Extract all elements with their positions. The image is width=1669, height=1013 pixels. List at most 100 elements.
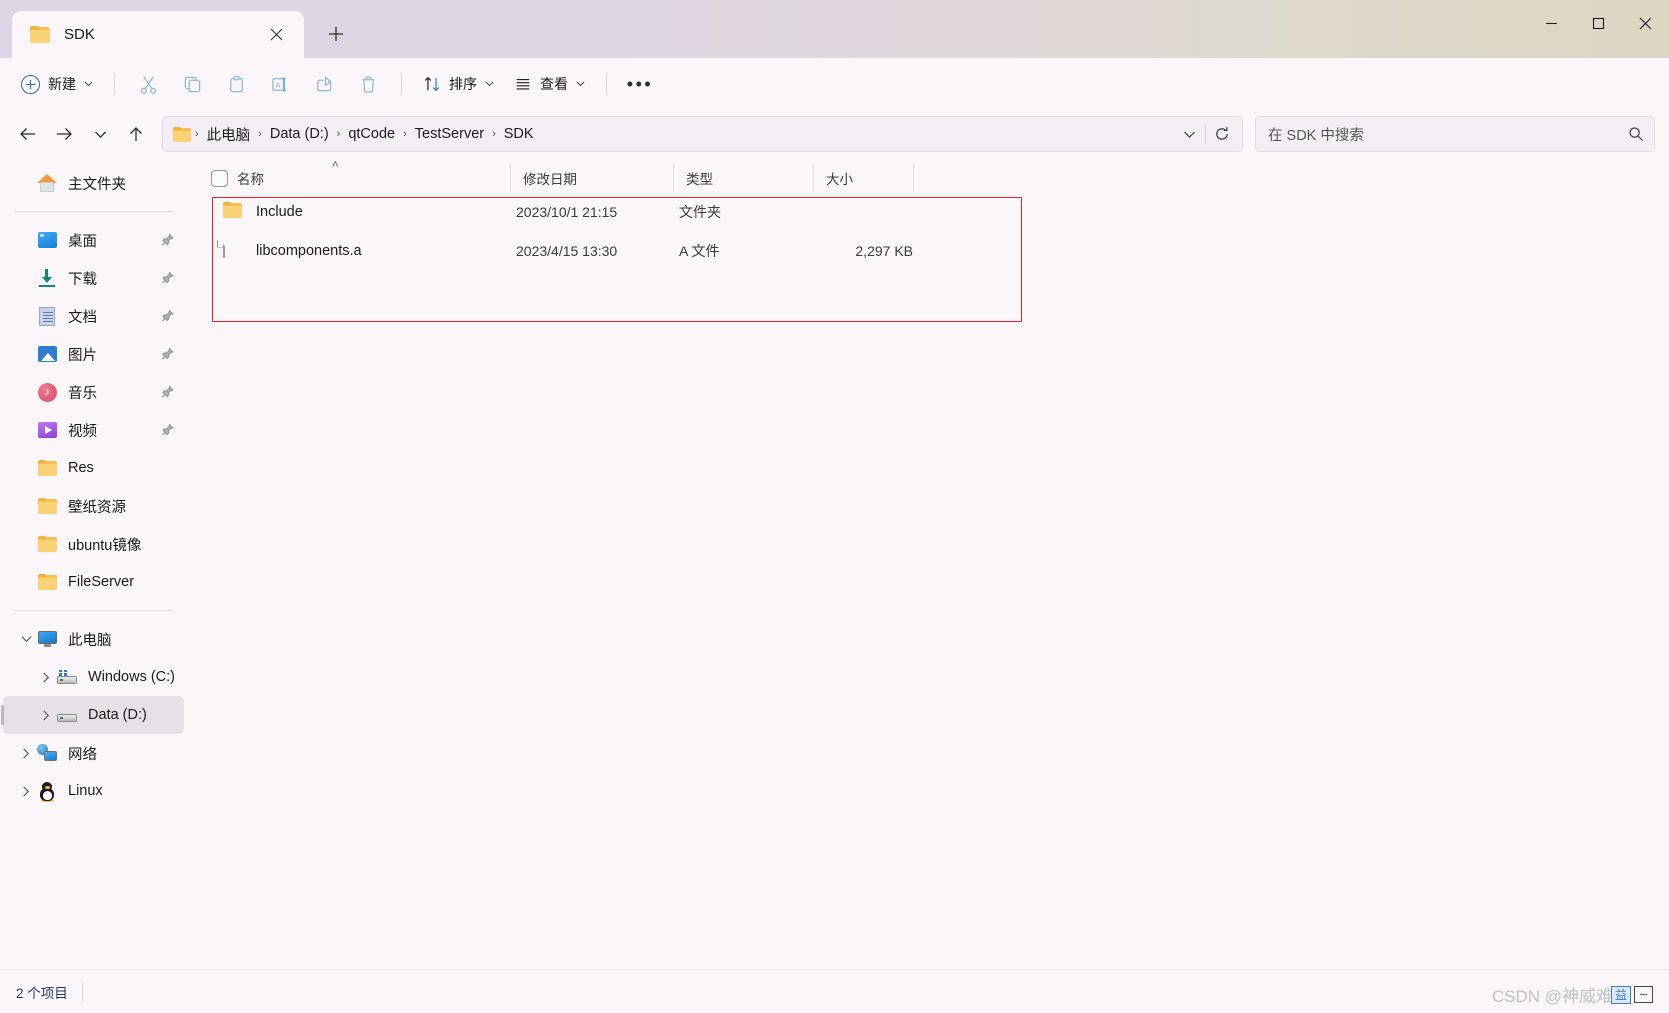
status-bar: 2 个项目 CSDN @神威难避 益 ∼ bbox=[0, 969, 1669, 1013]
sort-button[interactable]: 排序 bbox=[414, 66, 503, 102]
folder-icon bbox=[30, 26, 50, 43]
toolbar-divider-3 bbox=[606, 73, 607, 95]
sidebar-item-linux[interactable]: Linux bbox=[3, 772, 184, 810]
pin-icon-videos[interactable] bbox=[161, 423, 174, 437]
tab-sdk[interactable]: SDK bbox=[12, 11, 304, 58]
refresh-button[interactable] bbox=[1206, 119, 1238, 149]
this-pc-icon bbox=[37, 629, 57, 649]
sidebar-item-music[interactable]: 音乐 bbox=[3, 373, 184, 411]
sidebar-item-label-linux: Linux bbox=[68, 783, 103, 799]
breadcrumb-item-4[interactable]: SDK bbox=[498, 122, 540, 146]
maximize-button[interactable] bbox=[1575, 0, 1622, 47]
file-rows: Include 2023/10/1 21:15 文件夹 libcomponent… bbox=[187, 192, 1669, 969]
sidebar-item-desktop[interactable]: 桌面 bbox=[3, 221, 184, 259]
table-row[interactable]: libcomponents.a 2023/4/15 13:30 A 文件 2,2… bbox=[193, 231, 1663, 270]
sidebar-item-label-music: 音乐 bbox=[68, 385, 97, 402]
window-controls bbox=[1528, 0, 1669, 47]
column-header-spacer bbox=[913, 164, 1669, 192]
pin-icon-documents[interactable] bbox=[161, 309, 174, 323]
recent-locations-button[interactable] bbox=[82, 116, 118, 152]
breadcrumb-item-3[interactable]: TestServer bbox=[409, 122, 490, 146]
file-name-label: libcomponents.a bbox=[256, 242, 362, 259]
file-name-label: Include bbox=[256, 203, 303, 220]
table-row[interactable]: Include 2023/10/1 21:15 文件夹 bbox=[193, 192, 1663, 231]
address-dropdown-button[interactable] bbox=[1173, 119, 1205, 149]
breadcrumb-separator-3: › bbox=[403, 128, 407, 140]
copy-button[interactable] bbox=[171, 66, 213, 102]
cut-button[interactable] bbox=[127, 66, 169, 102]
file-size-cell: 2,297 KB bbox=[855, 242, 913, 259]
column-headers: 名称 修改日期 类型 大小 ˄ bbox=[187, 158, 1669, 192]
breadcrumb-separator-1: › bbox=[258, 128, 262, 140]
more-options-button[interactable]: ••• bbox=[619, 66, 661, 102]
paste-button[interactable] bbox=[215, 66, 257, 102]
navigation-pane: 主文件夹 桌面 下载 文档 图片 ♪ 音乐 视频 Res 壁纸资源 ubuntu… bbox=[0, 158, 187, 969]
sidebar-item-windows-c[interactable]: Windows (C:) bbox=[3, 658, 184, 696]
sidebar-divider-2 bbox=[14, 610, 173, 611]
sidebar-item-home[interactable]: 主文件夹 bbox=[3, 164, 184, 202]
close-window-button[interactable] bbox=[1622, 0, 1669, 47]
download-icon bbox=[37, 268, 57, 288]
address-bar-tools bbox=[1173, 119, 1238, 149]
sidebar-item-this-pc[interactable]: 此电脑 bbox=[3, 620, 184, 658]
sidebar-item-downloads[interactable]: 下载 bbox=[3, 259, 184, 297]
expander-windows-c[interactable] bbox=[35, 671, 57, 683]
expander-data-d[interactable] bbox=[35, 709, 57, 721]
sidebar-item-label-data-d: Data (D:) bbox=[88, 707, 147, 723]
delete-button[interactable] bbox=[347, 66, 389, 102]
pin-icon-desktop[interactable] bbox=[161, 233, 174, 247]
minimize-button[interactable] bbox=[1528, 0, 1575, 47]
sort-icon bbox=[424, 76, 440, 92]
ellipsis-icon: ••• bbox=[626, 74, 654, 94]
sidebar-item-videos[interactable]: 视频 bbox=[3, 411, 184, 449]
folder-icon-breadcrumb[interactable] bbox=[173, 126, 191, 142]
column-header-type[interactable]: 类型 bbox=[673, 164, 813, 192]
new-tab-button[interactable] bbox=[316, 14, 356, 54]
expander-network[interactable] bbox=[15, 747, 37, 759]
close-tab-icon[interactable] bbox=[262, 21, 290, 49]
sidebar-item-network[interactable]: 网络 bbox=[3, 734, 184, 772]
breadcrumb-item-1[interactable]: Data (D:) bbox=[264, 122, 335, 146]
share-icon bbox=[316, 75, 332, 91]
sidebar-item-ubuntu-image[interactable]: ubuntu镜像 bbox=[3, 525, 184, 563]
view-button-label: 查看 bbox=[540, 76, 568, 92]
search-icon[interactable] bbox=[1628, 126, 1644, 142]
new-button[interactable]: 新建 bbox=[12, 66, 102, 102]
expander-linux[interactable] bbox=[15, 785, 37, 797]
back-button[interactable] bbox=[10, 116, 46, 152]
view-button[interactable]: 查看 bbox=[505, 66, 594, 102]
chevron-down-icon-view bbox=[576, 81, 585, 87]
cut-icon bbox=[140, 76, 156, 94]
folder-icon-wallpapers bbox=[37, 496, 57, 516]
expander-this-pc[interactable] bbox=[15, 635, 37, 643]
breadcrumb-item-2[interactable]: qtCode bbox=[342, 122, 401, 146]
sidebar-item-data-d[interactable]: Data (D:) bbox=[1, 696, 184, 734]
forward-button[interactable] bbox=[46, 116, 82, 152]
address-bar[interactable]: › 此电脑 › Data (D:) › qtCode › TestServer … bbox=[162, 116, 1243, 152]
select-all-checkbox[interactable] bbox=[201, 164, 237, 192]
search-input[interactable]: 在 SDK 中搜索 bbox=[1268, 124, 1628, 145]
sidebar-item-label-wallpapers: 壁纸资源 bbox=[68, 499, 126, 516]
breadcrumb-item-0[interactable]: 此电脑 bbox=[201, 120, 257, 149]
pin-icon-music[interactable] bbox=[161, 385, 174, 399]
column-header-name[interactable]: 名称 bbox=[237, 164, 510, 192]
column-header-size[interactable]: 大小 bbox=[813, 164, 913, 192]
up-button[interactable] bbox=[118, 116, 154, 152]
drive-windows-icon bbox=[57, 667, 77, 687]
checkbox-icon[interactable] bbox=[210, 169, 228, 187]
search-box[interactable]: 在 SDK 中搜索 bbox=[1255, 116, 1655, 152]
pin-icon-pictures[interactable] bbox=[161, 347, 174, 361]
column-header-date[interactable]: 修改日期 bbox=[510, 164, 673, 192]
share-button[interactable] bbox=[303, 66, 345, 102]
copy-icon bbox=[184, 76, 200, 92]
sidebar-item-documents[interactable]: 文档 bbox=[3, 297, 184, 335]
sidebar-item-fileserver[interactable]: FileServer bbox=[3, 563, 184, 601]
chevron-down-icon-sort bbox=[485, 81, 494, 87]
pin-icon-downloads[interactable] bbox=[161, 271, 174, 285]
sidebar-item-res[interactable]: Res bbox=[3, 449, 184, 487]
sidebar-item-wallpapers[interactable]: 壁纸资源 bbox=[3, 487, 184, 525]
explorer-panel: 新建 A 排序 查看 ••• › 此电脑 › Data (D:) › qtCod… bbox=[0, 58, 1669, 1013]
sidebar-item-pictures[interactable]: 图片 bbox=[3, 335, 184, 373]
rename-button[interactable]: A bbox=[259, 66, 301, 102]
pictures-icon bbox=[37, 344, 57, 364]
